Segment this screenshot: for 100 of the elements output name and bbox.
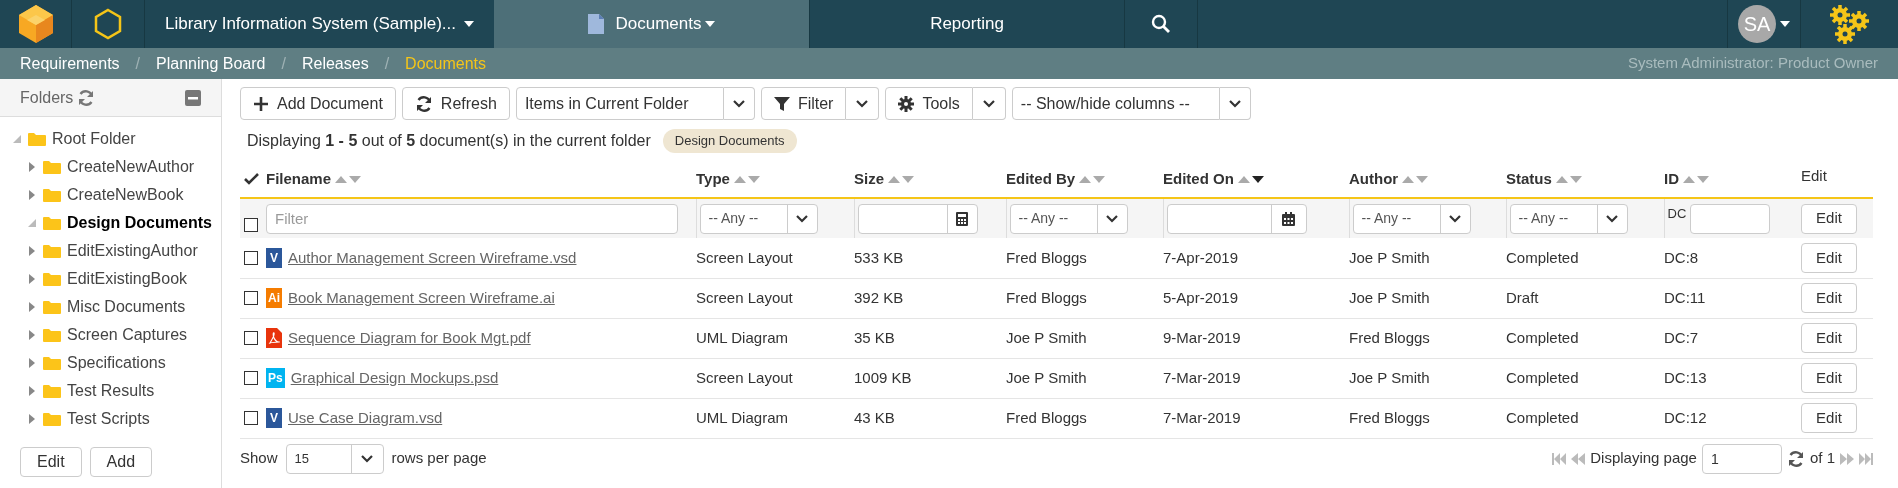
filter-select[interactable]: -- Any -- [1009,203,1128,234]
collapse-icon[interactable] [185,89,201,106]
row-checkbox[interactable] [244,250,258,265]
select-all-checkbox[interactable] [244,218,258,232]
hexagon-icon[interactable] [93,8,123,40]
breadcrumb-link[interactable]: Requirements [20,51,120,76]
collapsed-icon[interactable] [29,330,35,340]
folder-icon [43,188,61,202]
expanded-icon[interactable] [13,135,21,143]
gears-icon[interactable] [1827,4,1872,44]
edit-button[interactable]: Edit [1801,363,1857,393]
last-page-icon[interactable] [1859,452,1873,465]
column-header[interactable]: ID [1664,167,1679,191]
folder-item[interactable]: Specifications [67,351,166,375]
caret-icon [731,98,746,109]
edit-button[interactable]: Edit [1801,323,1857,353]
folder-item[interactable]: Misc Documents [67,295,186,319]
column-header[interactable]: Edited On [1163,167,1234,191]
folder-item[interactable]: EditExistingAuthor [67,239,198,263]
collapsed-icon[interactable] [29,414,35,424]
filter-select[interactable]: -- Any -- [1509,203,1628,234]
folder-item[interactable]: Test Results [67,379,155,403]
filter-select[interactable]: -- Any -- [1352,203,1471,234]
collapsed-icon[interactable] [29,274,35,284]
previous-page-icon[interactable] [1571,452,1586,465]
row-checkbox[interactable] [244,331,258,345]
row-checkbox[interactable] [244,411,258,425]
view-select[interactable]: -- Show/hide columns -- [1011,87,1220,120]
filter-select[interactable]: -- Any -- [699,203,818,234]
collapsed-icon[interactable] [29,358,35,368]
collapsed-icon[interactable] [29,162,35,172]
edit-button[interactable]: Edit [1801,403,1857,433]
filter-field[interactable]: Filter [266,203,678,234]
breadcrumb-link[interactable]: Releases [301,51,369,76]
panel-title: Folders [20,87,74,108]
collapsed-icon[interactable] [29,190,35,200]
logo-icon[interactable] [16,4,55,44]
table-cell: DC:8 [1664,248,1699,266]
toolbar-button[interactable]: Tools [885,87,973,120]
table-cell: Fred Bloggs [1349,408,1430,426]
row-checkbox[interactable] [244,291,258,305]
sort-icon[interactable] [1237,174,1264,184]
dropdown-button[interactable] [1219,87,1251,120]
file-type-icon: V [266,247,282,268]
check-icon[interactable] [244,173,259,185]
folder-item[interactable]: Screen Captures [67,323,188,347]
breadcrumb-separator: / [135,53,141,74]
column-header[interactable]: Edit [1801,165,1827,188]
file-link[interactable]: Book Management Screen Wireframe.ai [288,286,555,310]
id-filter-field[interactable] [1690,203,1771,234]
project-dropdown[interactable]: Library Information System (Sample)... [145,0,494,48]
dropdown-button[interactable] [972,87,1006,120]
edit-button[interactable]: Edit [1801,242,1857,273]
column-header[interactable]: Author [1349,167,1399,191]
folder-item[interactable]: Root Folder [52,127,136,151]
edit-button[interactable]: Edit [1801,203,1857,234]
caret-icon [464,21,474,27]
page-field[interactable]: 1 [1701,443,1782,474]
folder-item[interactable]: EditExistingBook [67,267,188,291]
folder-item[interactable]: CreateNewBook [67,183,184,207]
size-filter-field[interactable] [857,203,978,234]
folder-button[interactable]: Add [89,447,153,477]
first-page-icon[interactable] [1552,452,1567,465]
file-type-icon: Ai [266,288,282,308]
file-link[interactable]: Graphical Design Mockups.psd [290,366,499,390]
collapsed-icon[interactable] [29,386,35,396]
collapsed-icon[interactable] [29,302,35,312]
id-prefix: DC [1667,204,1687,223]
dropdown-button[interactable] [723,87,755,120]
file-link[interactable]: Author Management Screen Wireframe.vsd [288,246,577,269]
expanded-icon[interactable] [28,219,36,227]
edit-button[interactable]: Edit [1801,283,1857,313]
toolbar-button[interactable]: Add Document [240,87,396,120]
folder-item[interactable]: Design Documents [67,211,212,235]
toolbar-button[interactable]: Filter [760,87,847,120]
breadcrumb-link[interactable]: Planning Board [156,51,266,76]
page-size-select[interactable]: 15 [285,443,384,474]
column-header[interactable]: Filename [266,167,332,191]
table-cell: DC:7 [1664,328,1699,346]
column-header[interactable]: Size [854,167,884,191]
date-filter-field[interactable] [1166,203,1307,234]
nav-tab[interactable]: Documents [494,0,810,48]
toolbar-button[interactable]: Refresh [401,87,510,120]
column-header[interactable]: Edited By [1006,167,1076,191]
folder-item[interactable]: CreateNewAuthor [67,155,195,179]
collapsed-icon[interactable] [29,246,35,256]
column-header[interactable]: Type [696,167,730,191]
row-checkbox[interactable] [244,371,258,385]
column-header[interactable]: Status [1506,167,1552,191]
view-select[interactable]: Items in Current Folder [515,87,724,120]
file-link[interactable]: Use Case Diagram.vsd [288,406,443,430]
folder-button[interactable]: Edit [20,447,82,477]
dropdown-button[interactable] [846,87,880,120]
next-page-icon[interactable] [1840,452,1854,465]
refresh-icon [1786,449,1805,468]
file-link[interactable]: Sequence Diagram for Book Mgt.pdf [288,326,531,350]
folder-item[interactable]: Test Scripts [67,407,150,431]
table-cell: Completed [1506,368,1579,386]
folder-icon [43,356,61,370]
table-cell: DC:12 [1664,408,1707,426]
